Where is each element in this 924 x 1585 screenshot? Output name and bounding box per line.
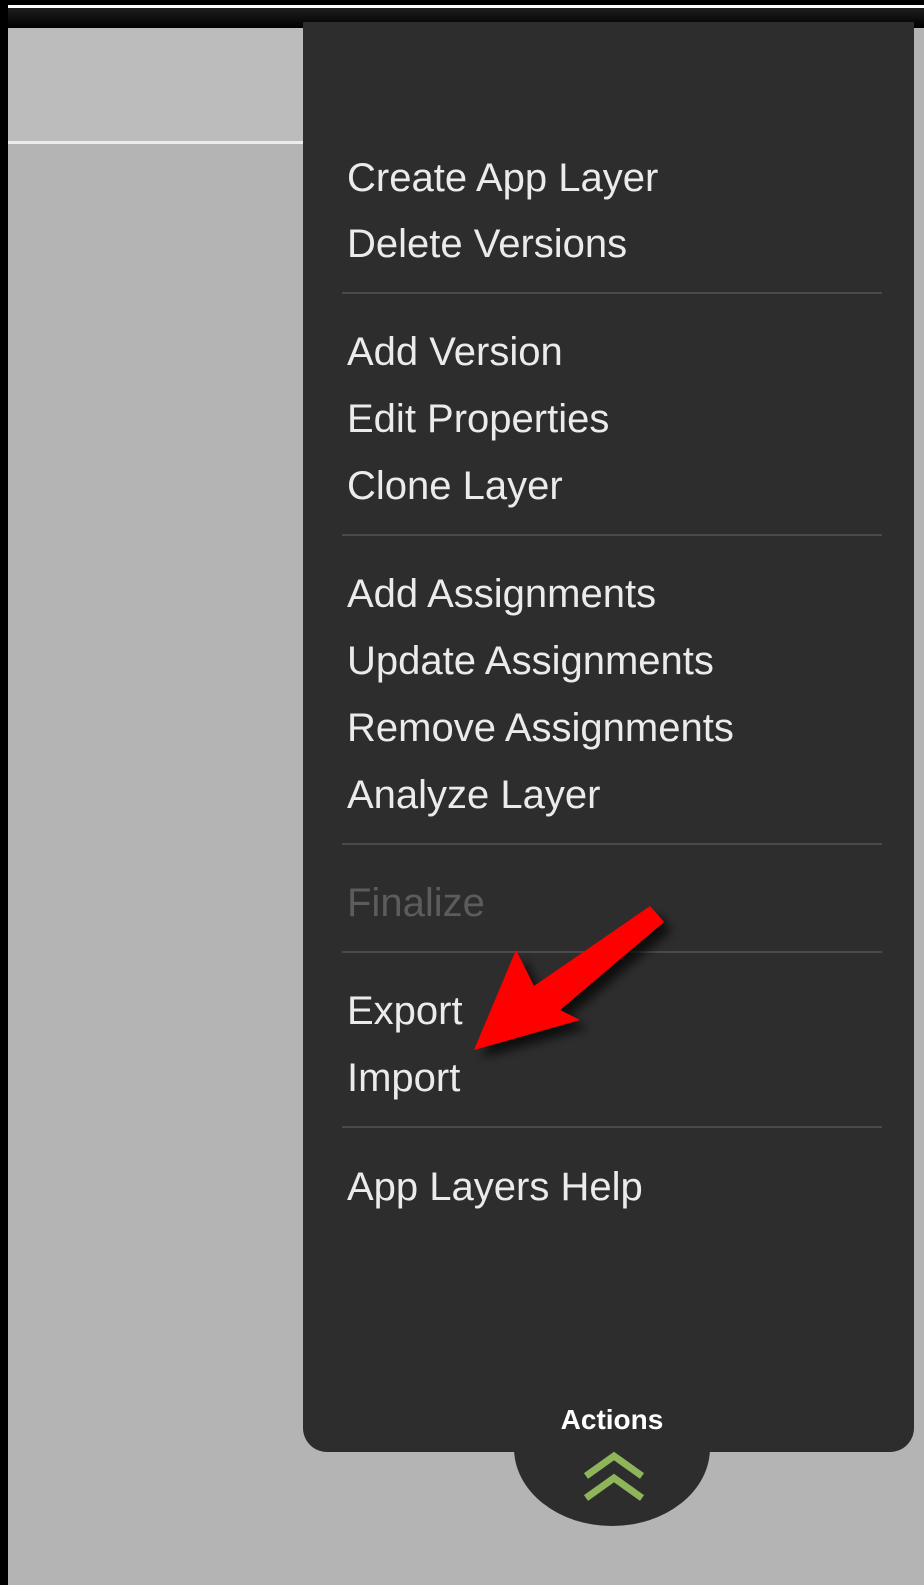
menu-item-app-layers-help[interactable]: App Layers Help xyxy=(347,1163,643,1211)
menu-item-import[interactable]: Import xyxy=(347,1054,460,1102)
menu-divider xyxy=(342,951,882,953)
menu-item-delete-versions[interactable]: Delete Versions xyxy=(347,220,627,268)
menu-item-remove-assignments[interactable]: Remove Assignments xyxy=(347,704,734,752)
menu-item-update-assignments[interactable]: Update Assignments xyxy=(347,637,714,685)
window-left-border xyxy=(0,0,8,1585)
menu-divider xyxy=(342,843,882,845)
menu-item-add-version[interactable]: Add Version xyxy=(347,328,563,376)
menu-item-clone-layer[interactable]: Clone Layer xyxy=(347,462,563,510)
app-window: Create App Layer Delete Versions Add Ver… xyxy=(0,0,924,1585)
menu-item-analyze-layer[interactable]: Analyze Layer xyxy=(347,771,600,819)
menu-divider xyxy=(342,1126,882,1128)
menu-item-create-app-layer[interactable]: Create App Layer xyxy=(347,154,658,202)
menu-divider xyxy=(342,292,882,294)
header-area xyxy=(8,28,308,141)
header-divider xyxy=(8,141,308,144)
menu-item-export[interactable]: Export xyxy=(347,987,463,1035)
menu-divider xyxy=(342,534,882,536)
double-chevron-up-icon[interactable] xyxy=(582,1450,646,1506)
menu-item-finalize: Finalize xyxy=(347,881,485,925)
actions-tab-label[interactable]: Actions xyxy=(514,1404,710,1436)
menu-item-edit-properties[interactable]: Edit Properties xyxy=(347,395,609,443)
menu-item-add-assignments[interactable]: Add Assignments xyxy=(347,570,656,618)
